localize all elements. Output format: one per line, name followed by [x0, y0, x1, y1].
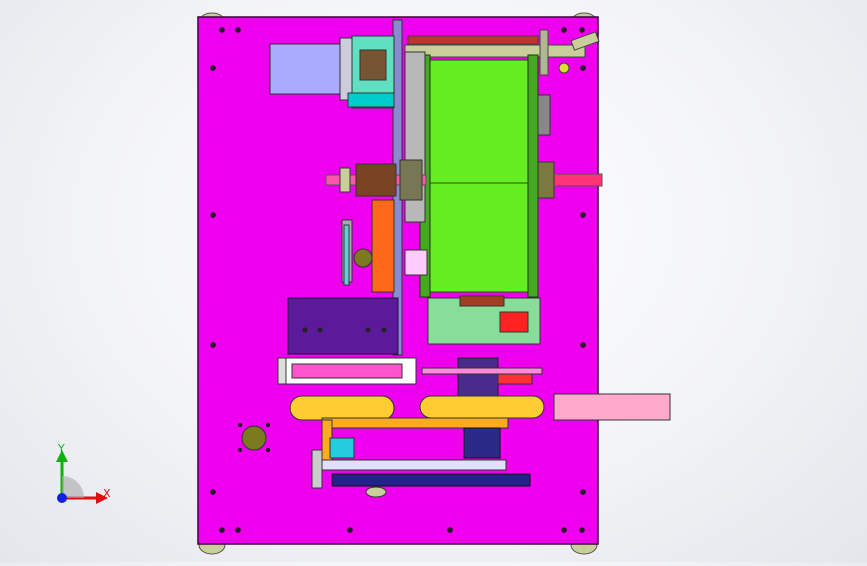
center-slider	[457, 357, 499, 399]
lower-foot	[365, 486, 387, 498]
axis-x-label: X	[103, 487, 111, 500]
left-roll-collar	[339, 167, 351, 193]
model-canvas[interactable]: Y X	[0, 0, 867, 562]
cad-viewport[interactable]: Y X	[0, 0, 867, 562]
shaft-collar	[539, 29, 549, 76]
cam-brown-bar	[459, 295, 505, 307]
motor-body	[269, 43, 343, 95]
cylinder-cap	[277, 357, 287, 385]
drum-side-right	[537, 94, 551, 136]
cam-red-block	[499, 311, 529, 333]
top-shaft-red	[407, 35, 539, 45]
small-box	[404, 249, 428, 276]
pink-box[interactable]	[553, 393, 671, 421]
olive-disc	[353, 248, 373, 268]
motor-coupling	[359, 49, 387, 81]
axis-y-label: Y	[57, 442, 65, 455]
cylinder-rod	[291, 363, 403, 379]
lower-cylinder	[331, 473, 531, 487]
round-boss	[241, 425, 267, 451]
coordinate-triad-icon	[56, 450, 108, 504]
drum[interactable]	[427, 59, 533, 293]
left-drum-roll	[355, 163, 397, 197]
drum-flange-right	[527, 54, 539, 298]
yellow-plate-left	[289, 395, 395, 421]
navy-block	[463, 427, 501, 459]
purple-block	[287, 297, 399, 355]
knob	[558, 62, 570, 74]
yellow-plate-center	[419, 395, 545, 419]
right-shaft-hub	[537, 161, 555, 199]
top-shaft	[404, 44, 586, 58]
yellow-arm	[321, 417, 509, 429]
center-arm	[421, 367, 543, 375]
cyan-rod	[343, 224, 350, 286]
motor-bracket	[347, 92, 395, 108]
cyan-block	[329, 437, 355, 459]
lower-cylinder-cap	[311, 449, 323, 489]
motor-flange	[339, 37, 353, 101]
orange-bracket	[371, 199, 395, 293]
lower-guide	[319, 459, 507, 471]
left-gear	[399, 159, 423, 201]
